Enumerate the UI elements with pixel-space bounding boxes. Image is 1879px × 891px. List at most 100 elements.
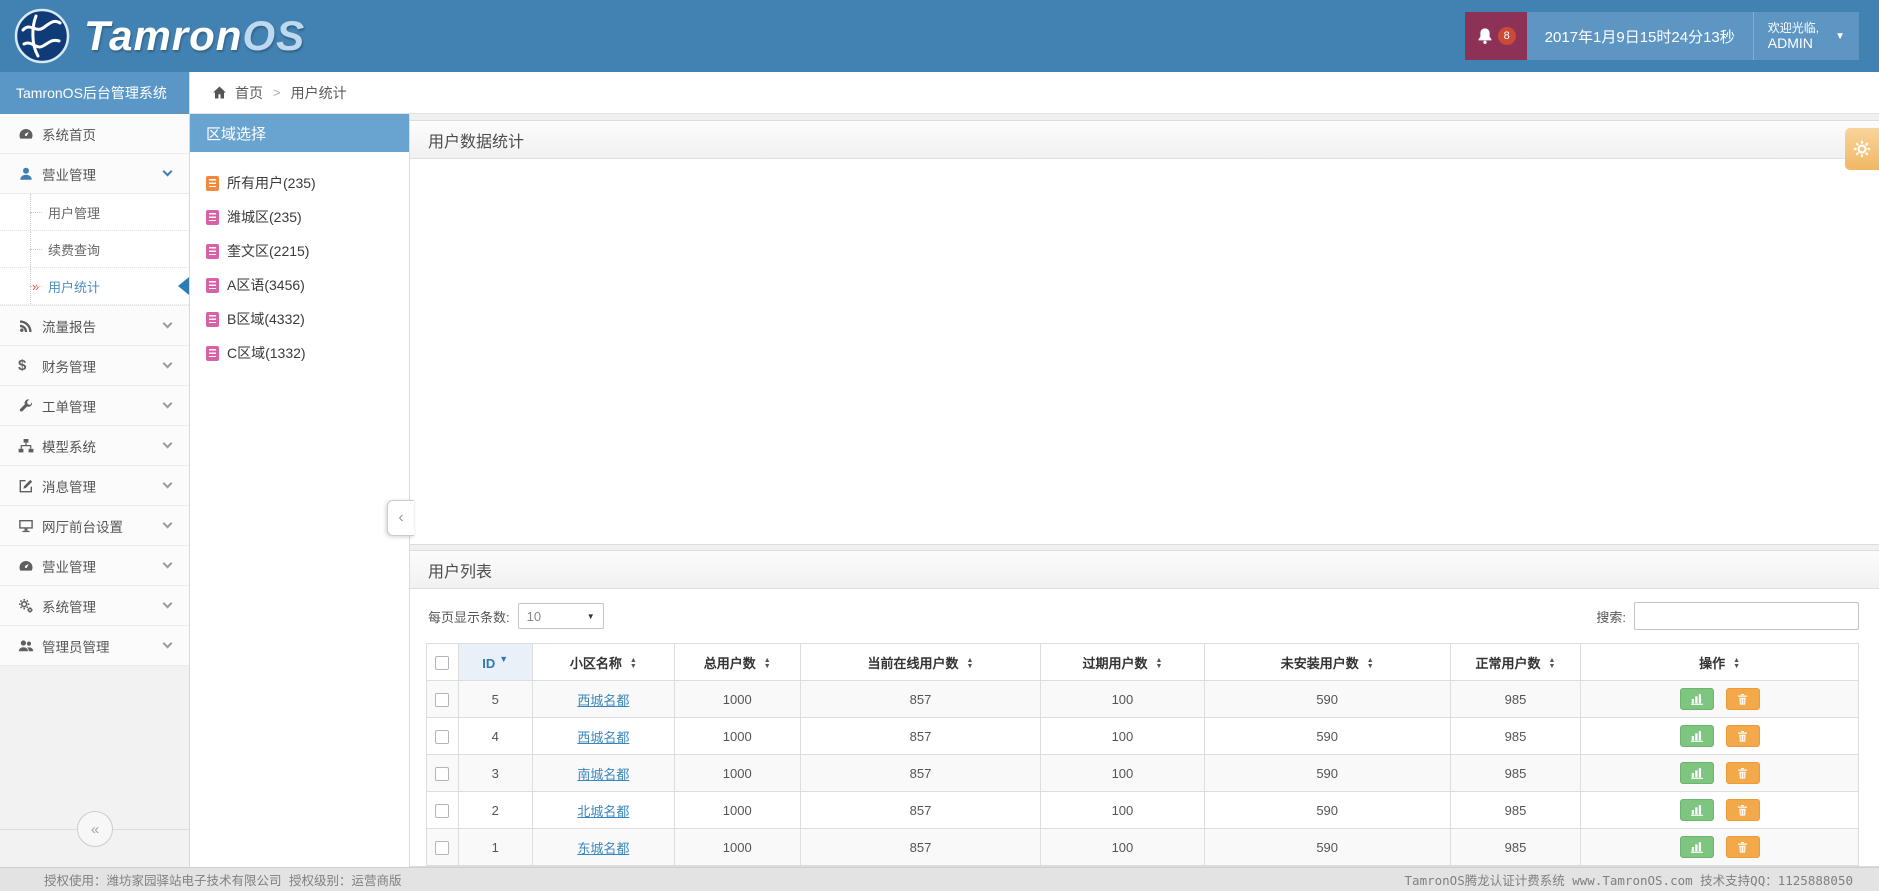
- chevron-down-icon: [162, 598, 173, 609]
- table-row: 3 南城名都 1000 857 100 590 985: [426, 754, 1859, 792]
- delete-button[interactable]: [1725, 725, 1760, 747]
- notification-count-badge: 8: [1497, 27, 1516, 45]
- panel-collapse-handle[interactable]: ‹: [387, 500, 414, 536]
- row-checkbox[interactable]: [435, 729, 450, 744]
- gauge-icon: [18, 126, 42, 142]
- sort-icon: ▲ ▼: [763, 657, 771, 671]
- user-stats-panel: 用户数据统计: [410, 120, 1879, 545]
- notification-button[interactable]: 8: [1464, 12, 1527, 60]
- column-header-id[interactable]: ID ▼: [457, 643, 533, 681]
- user-list-panel: 用户列表 每页显示条数: 10 ▼ 搜索: ID ▼ 小区名称 ▲ ▼ 总用户数…: [410, 550, 1879, 867]
- sidebar-item-traffic-report[interactable]: 流量报告: [0, 306, 189, 346]
- column-header-name[interactable]: 小区名称 ▲ ▼: [531, 643, 675, 681]
- gear-icon: [1853, 140, 1871, 158]
- list-icon: [206, 311, 219, 327]
- datetime-display: 2017年1月9日15时24分13秒: [1526, 12, 1754, 60]
- chart-button[interactable]: [1679, 799, 1714, 821]
- chart-button[interactable]: [1679, 762, 1714, 784]
- chart-button[interactable]: [1679, 688, 1714, 710]
- sidebar-subitem-user-stats[interactable]: » 用户统计: [0, 268, 189, 305]
- column-header-expired[interactable]: 过期用户数 ▲ ▼: [1040, 643, 1205, 681]
- globe-logo-icon: [14, 8, 70, 64]
- community-name-link[interactable]: 东城名都: [577, 841, 629, 856]
- page-size-select[interactable]: 10 ▼: [517, 603, 604, 629]
- chevron-down-icon: [162, 358, 173, 369]
- table-controls: 每页显示条数: 10 ▼ 搜索:: [410, 589, 1879, 643]
- column-header-actions[interactable]: 操作 ▲ ▼: [1580, 643, 1859, 681]
- chart-button[interactable]: [1679, 836, 1714, 858]
- sidebar-item-system-home[interactable]: 系统首页: [0, 114, 189, 154]
- list-icon: [206, 175, 219, 191]
- double-chevron-left-icon: «: [90, 820, 100, 838]
- list-panel-title: 用户列表: [410, 551, 1879, 589]
- row-checkbox[interactable]: [435, 766, 450, 781]
- delete-button[interactable]: [1725, 799, 1760, 821]
- sort-icon: ▲ ▼: [1548, 657, 1556, 671]
- chevron-down-icon: [162, 558, 173, 569]
- sidebar-item-portal-settings[interactable]: 网厅前台设置: [0, 506, 189, 546]
- main-content: 用户数据统计 用户列表 每页显示条数: 10 ▼ 搜索: ID ▼ 小区名称 ▲…: [410, 114, 1879, 867]
- column-header-normal[interactable]: 正常用户数 ▲ ▼: [1449, 643, 1582, 681]
- sidebar-item-message-mgmt[interactable]: 消息管理: [0, 466, 189, 506]
- sidebar-subitem-renewal-query[interactable]: 续费查询: [0, 231, 189, 268]
- sidebar-item-system-mgmt[interactable]: 系统管理: [0, 586, 189, 626]
- page-size-label: 每页显示条数:: [428, 609, 510, 625]
- sidebar-bottom-area: «: [0, 666, 189, 867]
- breadcrumb-home-link[interactable]: 首页: [235, 83, 263, 103]
- region-item-weicheng[interactable]: 潍城区(235): [206, 200, 409, 234]
- stats-chart-area: [410, 159, 1879, 544]
- column-header-total[interactable]: 总用户数 ▲ ▼: [673, 643, 801, 681]
- sidebar-nav: 系统首页 营业管理 用户管理 续费查询 » 用户统计 流量报告 $ 财务管理 工…: [0, 114, 189, 666]
- column-header-online[interactable]: 当前在线用户数 ▲ ▼: [799, 643, 1042, 681]
- sort-icon: ▲ ▼: [629, 657, 637, 671]
- community-name-link[interactable]: 南城名都: [577, 767, 629, 782]
- settings-fab-button[interactable]: [1845, 128, 1879, 170]
- sidebar-item-finance-mgmt[interactable]: $ 财务管理: [0, 346, 189, 386]
- region-item-b[interactable]: B区域(4332): [206, 302, 409, 336]
- row-checkbox[interactable]: [435, 840, 450, 855]
- desktop-icon: [18, 518, 42, 534]
- community-name-link[interactable]: 西城名都: [577, 730, 629, 745]
- select-all-checkbox[interactable]: [435, 655, 450, 670]
- gauge-icon: [18, 558, 42, 574]
- region-list: 所有用户(235) 潍城区(235) 奎文区(2215) A区语(3456) B…: [190, 152, 409, 370]
- sort-icon: ▲ ▼: [1366, 657, 1374, 671]
- region-item-a[interactable]: A区语(3456): [206, 268, 409, 302]
- delete-button[interactable]: [1725, 688, 1760, 710]
- list-icon: [206, 277, 219, 293]
- sidebar: TamronOS后台管理系统 系统首页 营业管理 用户管理 续费查询 » 用户统…: [0, 72, 190, 867]
- region-item-all-users[interactable]: 所有用户(235): [206, 166, 409, 200]
- region-item-c[interactable]: C区域(1332): [206, 336, 409, 370]
- row-checkbox[interactable]: [435, 692, 450, 707]
- table-row: 1 东城名都 1000 857 100 590 985: [426, 828, 1859, 866]
- search-input[interactable]: [1634, 602, 1859, 630]
- footer-support-text: TamronOS腾龙认证计费系统 www.TamronOS.com 技术支持QQ…: [1404, 873, 1853, 888]
- sidebar-item-admin-mgmt[interactable]: 管理员管理: [0, 626, 189, 666]
- sidebar-item-business-mgmt[interactable]: 营业管理: [0, 154, 189, 194]
- sidebar-title: TamronOS后台管理系统: [0, 72, 189, 114]
- sidebar-item-workorder-mgmt[interactable]: 工单管理: [0, 386, 189, 426]
- chevron-left-icon: ‹: [398, 509, 404, 526]
- sidebar-item-model-system[interactable]: 模型系统: [0, 426, 189, 466]
- wrench-icon: [18, 398, 42, 414]
- chevron-down-icon: [162, 166, 173, 177]
- row-checkbox[interactable]: [435, 803, 450, 818]
- delete-button[interactable]: [1725, 836, 1760, 858]
- user-table: ID ▼ 小区名称 ▲ ▼ 总用户数 ▲ ▼ 当前在线用户数 ▲ ▼ 过期用户数 ▲ ▼ 未安装用…: [426, 643, 1859, 866]
- user-menu[interactable]: 欢迎光临, ADMIN ▼: [1753, 12, 1859, 60]
- footer: 授权使用：潍坊家园驿站电子技术有限公司 授权级别：运营商版 TamronOS腾龙…: [0, 867, 1879, 891]
- community-name-link[interactable]: 西城名都: [577, 693, 629, 708]
- search-label: 搜索:: [1596, 609, 1626, 625]
- edit-icon: [18, 478, 42, 494]
- chevron-down-icon: ▼: [1835, 30, 1845, 42]
- sidebar-collapse-button[interactable]: «: [77, 811, 113, 847]
- column-header-uninstalled[interactable]: 未安装用户数 ▲ ▼: [1203, 643, 1451, 681]
- list-icon: [206, 345, 219, 361]
- delete-button[interactable]: [1725, 762, 1760, 784]
- chart-button[interactable]: [1679, 725, 1714, 747]
- community-name-link[interactable]: 北城名都: [577, 804, 629, 819]
- sidebar-subitem-user-mgmt[interactable]: 用户管理: [0, 194, 189, 231]
- sidebar-item-business-mgmt-2[interactable]: 营业管理: [0, 546, 189, 586]
- sort-icon: ▲ ▼: [966, 657, 974, 671]
- region-item-kuiwen[interactable]: 奎文区(2215): [206, 234, 409, 268]
